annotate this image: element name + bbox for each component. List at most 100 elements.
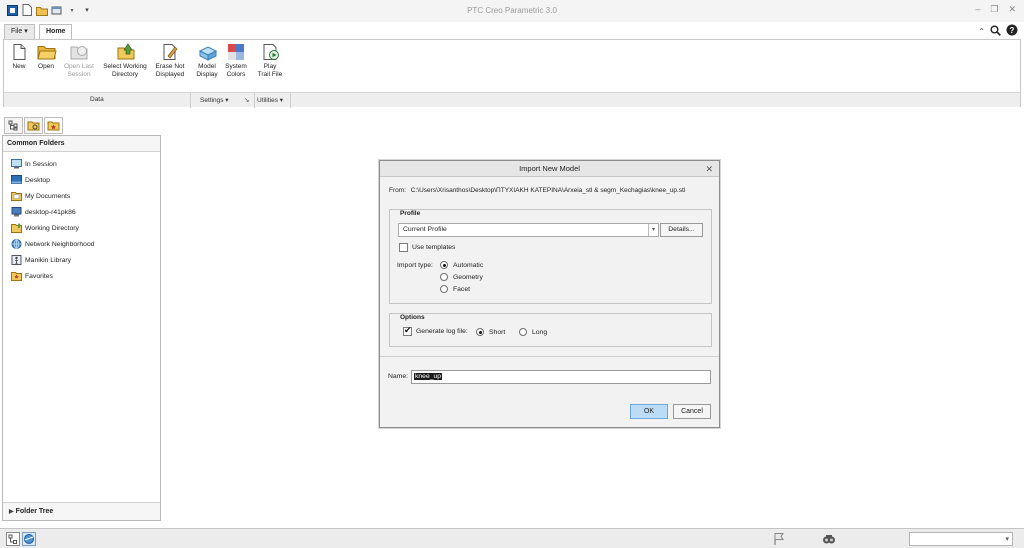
system-colors-icon: [227, 43, 245, 61]
filter-select[interactable]: ▾: [909, 532, 1013, 546]
find-icon[interactable]: [822, 532, 836, 546]
dialog-close-icon[interactable]: ✕: [705, 161, 713, 177]
last-session-icon: [70, 43, 88, 61]
radio-geometry[interactable]: Geometry: [440, 273, 483, 281]
use-templates-checkbox[interactable]: Use templates: [399, 243, 455, 252]
navigator-tabs: [4, 117, 63, 134]
window-title: PTC Creo Parametric 3.0: [467, 6, 557, 15]
group-separator: [190, 93, 191, 108]
profile-select[interactable]: Current Profile ▾: [398, 223, 659, 237]
window-controls: – ❐ ✕: [975, 4, 1016, 15]
common-folders-list: In Session Desktop My Documents desktop-…: [3, 152, 160, 284]
nav-item-working-directory[interactable]: Working Directory: [3, 220, 160, 236]
search-icon[interactable]: [990, 25, 1001, 38]
from-label: From:: [389, 187, 406, 194]
options-group: Options Generate log file: Short Long: [389, 313, 712, 347]
help-controls: ⌃ ?: [978, 24, 1018, 38]
help-icon[interactable]: ?: [1006, 24, 1018, 38]
select-working-directory-label: Select Working Directory: [103, 63, 147, 78]
nav-item-favorites[interactable]: Favorites: [3, 268, 160, 284]
system-colors-button[interactable]: System Colors: [222, 43, 250, 79]
documents-icon: [11, 192, 22, 201]
new-button[interactable]: New: [9, 43, 29, 71]
collapse-ribbon-icon[interactable]: ⌃: [978, 27, 985, 36]
show-browser-icon[interactable]: [22, 532, 36, 546]
chevron-down-icon: ▾: [1005, 536, 1009, 543]
play-trail-icon: [261, 43, 279, 61]
erase-not-displayed-label: Erase Not Displayed: [155, 63, 185, 78]
ok-button[interactable]: OK: [630, 404, 668, 419]
settings-launcher-icon[interactable]: ↘: [244, 96, 249, 104]
minimize-icon[interactable]: –: [975, 4, 980, 15]
group-label-data: Data: [90, 96, 104, 103]
close-icon[interactable]: ✕: [1008, 4, 1016, 15]
play-trail-file-button[interactable]: Play Trail File: [256, 43, 284, 79]
working-folder-icon: [11, 223, 22, 233]
profile-group: Profile Current Profile ▾ Details... Use…: [389, 209, 712, 304]
generate-log-checkbox[interactable]: Generate log file:: [403, 325, 468, 336]
folder-navigator: Common Folders In Session Desktop My Doc…: [2, 135, 161, 521]
nav-item-in-session[interactable]: In Session: [3, 156, 160, 172]
desktop-icon: [11, 175, 22, 184]
svg-text:?: ?: [1010, 26, 1015, 35]
nav-item-computer[interactable]: desktop-r41pk86: [3, 204, 160, 220]
radio-dot: [519, 328, 527, 336]
group-separator: [290, 93, 291, 108]
radio-dot: [440, 261, 448, 269]
nav-item-manikin-library[interactable]: Manikin Library: [3, 252, 160, 268]
radio-facet[interactable]: Facet: [440, 285, 470, 293]
cancel-button[interactable]: Cancel: [673, 404, 711, 419]
model-display-button[interactable]: Model Display: [193, 43, 221, 79]
model-display-icon: [198, 43, 218, 61]
group-label-settings[interactable]: Settings ▾: [200, 96, 229, 104]
import-type-label: Import type:: [397, 262, 433, 269]
folder-browser-tab[interactable]: [24, 117, 43, 134]
tab-file[interactable]: File ▾: [4, 24, 35, 39]
checkbox-box: [399, 243, 408, 252]
restore-icon[interactable]: ❐: [990, 4, 998, 15]
folder-tree-toggle[interactable]: ▶ Folder Tree: [3, 502, 160, 520]
model-display-label: Model Display: [196, 63, 218, 78]
open-button[interactable]: Open: [35, 43, 57, 71]
flag-icon[interactable]: [772, 532, 786, 546]
radio-long[interactable]: Long: [519, 328, 547, 336]
name-label: Name:: [388, 373, 409, 380]
network-icon: [11, 239, 22, 249]
tab-home[interactable]: Home: [39, 24, 73, 40]
status-bar: ▾: [0, 528, 1024, 548]
favorites-tab[interactable]: [44, 117, 63, 134]
erase-not-displayed-button[interactable]: Erase Not Displayed: [152, 43, 188, 79]
name-value: knee_up: [414, 373, 443, 380]
favorites-folder-icon: [47, 121, 60, 131]
working-directory-icon: [116, 43, 135, 61]
common-folders-header: Common Folders: [3, 136, 160, 152]
import-new-model-dialog: Import New Model ✕ From: C:\Users\Xrisan…: [379, 160, 720, 428]
ribbon-home-panel: New Open Open Last Session Select Workin…: [3, 39, 1021, 108]
system-colors-label: System Colors: [225, 63, 247, 78]
nav-item-my-documents[interactable]: My Documents: [3, 188, 160, 204]
radio-short[interactable]: Short: [476, 328, 505, 336]
source-path: C:\Users\Xrisanthos\Desktop\ΠΤΥΧΙΑΚΗ ΚΑΤ…: [410, 187, 686, 194]
dialog-title: Import New Model: [519, 164, 580, 173]
details-button[interactable]: Details...: [660, 223, 703, 237]
group-label-utilities[interactable]: Utilities ▾: [257, 96, 283, 104]
open-last-session-button[interactable]: Open Last Session: [60, 43, 98, 79]
nav-item-network-neighborhood[interactable]: Network Neighborhood: [3, 236, 160, 252]
show-navigator-icon[interactable]: [6, 532, 20, 546]
open-label: Open: [38, 63, 54, 70]
folder-tree-label: Folder Tree: [15, 508, 54, 515]
dialog-divider: [380, 356, 719, 357]
radio-dot: [440, 273, 448, 281]
model-tree-tab[interactable]: [4, 117, 23, 134]
nav-item-desktop[interactable]: Desktop: [3, 172, 160, 188]
in-session-icon: [11, 159, 22, 169]
manikin-library-icon: [11, 255, 22, 265]
radio-automatic[interactable]: Automatic: [440, 261, 483, 269]
name-input[interactable]: knee_up: [411, 370, 711, 384]
radio-dot: [476, 328, 484, 336]
open-folder-icon: [37, 43, 57, 61]
favorites-icon: [11, 272, 22, 281]
select-working-directory-button[interactable]: Select Working Directory: [100, 43, 150, 79]
options-legend: Options: [400, 314, 425, 321]
source-path-row: From: C:\Users\Xrisanthos\Desktop\ΠΤΥΧΙΑ…: [389, 187, 685, 194]
